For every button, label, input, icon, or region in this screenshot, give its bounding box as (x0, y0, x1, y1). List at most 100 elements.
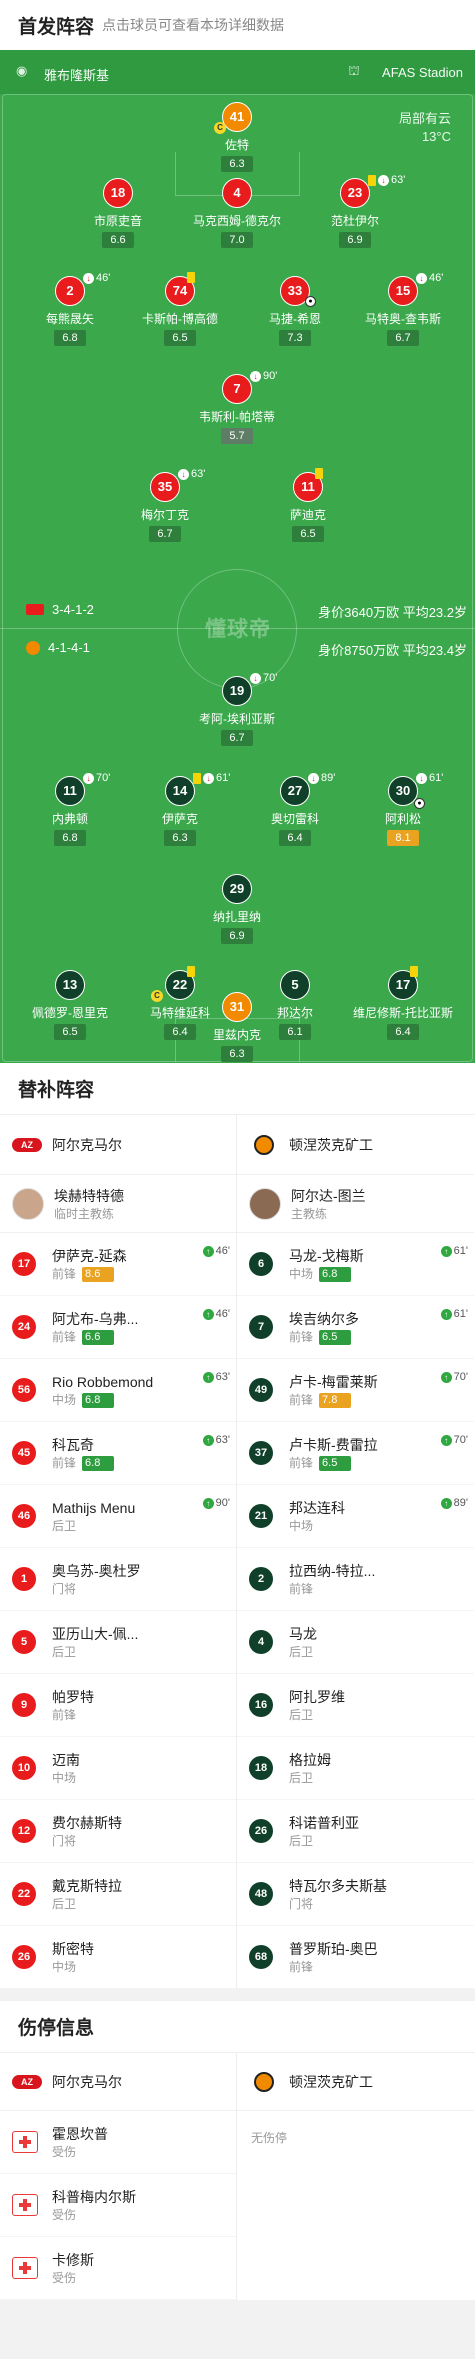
player-card[interactable]: 13 佩德罗-恩里克 6.5 (15, 970, 125, 1040)
player-card[interactable]: 41 C 佐特 6.3 (182, 102, 292, 172)
sub-player-row[interactable]: 45 科瓦奇 前锋 6.8 ↑ 63' (0, 1422, 236, 1485)
sub-player-row[interactable]: 1 奥乌苏-奥杜罗 门将 (0, 1548, 236, 1611)
sub-minute: 70' (96, 772, 111, 784)
injured-name: 科普梅内尔斯 (52, 2189, 136, 2205)
sub-player-row[interactable]: 26 科诺普利亚 后卫 (237, 1800, 474, 1863)
away-team-row[interactable]: 顿涅茨克矿工 (237, 1115, 474, 1175)
medical-kit-icon (12, 2131, 38, 2153)
injury-status: 受伤 (52, 2145, 77, 2159)
player-number: 7 (249, 1315, 273, 1339)
injury-row[interactable]: 卡修斯 受伤 (0, 2237, 236, 2300)
sub-minute: 61' (453, 1245, 468, 1257)
sub-player-row[interactable]: 48 特瓦尔多夫斯基 门将 (237, 1863, 474, 1926)
player-card[interactable]: 30 ↓ 61' ● 阿利松 8.1 (348, 772, 458, 846)
player-number: 17 (12, 1252, 36, 1276)
player-name: 伊萨克 (161, 812, 198, 826)
away-team-name: 顿涅茨克矿工 (289, 1136, 373, 1153)
sub-player-row[interactable]: 2 拉西纳-特拉... 前锋 (237, 1548, 474, 1611)
sub-off-icon: ↓ (416, 272, 427, 284)
player-card[interactable]: 27 ↓ 89' 奥切雷科 6.4 (240, 772, 350, 846)
player-rating: 6.8 (54, 330, 86, 346)
player-rating: 6.4 (279, 830, 311, 846)
player-number: 9 (12, 1693, 36, 1717)
sub-player-row[interactable]: 7 埃吉纳尔多 前锋 6.5 ↑ 61' (237, 1296, 474, 1359)
player-position: 后卫 (52, 1897, 77, 1911)
player-name: 阿尤布-乌弗... (52, 1311, 139, 1327)
sub-player-row[interactable]: 17 伊萨克-延森 前锋 8.6 ↑ 46' (0, 1233, 236, 1296)
sub-minute: 90' (263, 370, 278, 382)
substitutes-header: 替补阵容 (0, 1063, 475, 1115)
home-coach-row[interactable]: 埃赫特特德 临时主教练 (0, 1175, 236, 1233)
sub-player-row[interactable]: 37 卢卡斯-费雷拉 前锋 6.5 ↑ 70' (237, 1422, 474, 1485)
player-number: 4 (222, 178, 252, 208)
sub-player-row[interactable]: 49 卢卡-梅雷莱斯 前锋 7.8 ↑ 70' (237, 1359, 474, 1422)
player-rating: 7.3 (279, 330, 311, 346)
player-card[interactable]: 15 ↓ 46' 马特奥-查韦斯 6.7 (348, 272, 458, 346)
player-number: 13 (55, 970, 85, 1000)
sub-player-row[interactable]: 21 邦达连科 中场 ↑ 89' (237, 1485, 474, 1548)
player-card[interactable]: 11 ↓ 70' 内弗顿 6.8 (15, 772, 125, 846)
player-card[interactable]: 14 ↓ 61' 伊萨克 6.3 (125, 772, 235, 846)
player-card[interactable]: 23 ↓ 63' 范杜伊尔 6.9 (300, 174, 410, 248)
player-rating: 6.5 (164, 330, 196, 346)
substitutes-title: 替补阵容 (18, 1080, 95, 1101)
player-card[interactable]: 29 纳扎里纳 6.9 (182, 874, 292, 944)
player-name: 马龙-戈梅斯 (289, 1248, 364, 1264)
sub-off-icon: ↓ (203, 772, 214, 784)
player-rating: 6.9 (221, 928, 253, 944)
sub-minute: 63' (391, 174, 406, 186)
player-number: 7 (222, 374, 252, 404)
player-card[interactable]: 31 里兹内克 6.3 (182, 992, 292, 1062)
sub-player-row[interactable]: 6 马龙-戈梅斯 中场 6.8 ↑ 61' (237, 1233, 474, 1296)
sub-player-row[interactable]: 56 Rio Robbemond 中场 6.8 ↑ 63' (0, 1359, 236, 1422)
sub-player-row[interactable]: 9 帕罗特 前锋 (0, 1674, 236, 1737)
player-card[interactable]: 11 萨迪克 6.5 (253, 468, 363, 542)
injured-name: 卡修斯 (52, 2252, 94, 2268)
player-name: 马克西姆-德克尔 (193, 214, 281, 228)
home-injuries-column: AZ 阿尔克马尔 霍恩坎普 受伤 科普梅内尔斯 受伤 卡修斯 受伤 (0, 2053, 237, 2300)
player-card[interactable]: 17 维尼修斯-托比亚斯 6.4 (348, 966, 458, 1040)
player-number: 29 (222, 874, 252, 904)
team-crest-icon: ◉ (16, 63, 28, 78)
sub-player-row[interactable]: 68 普罗斯珀-奥巴 前锋 (237, 1926, 474, 1989)
player-name: 佩德罗-恩里克 (32, 1006, 108, 1020)
player-card[interactable]: 18 市原吏音 6.6 (63, 178, 173, 248)
sub-player-row[interactable]: 12 费尔赫斯特 门将 (0, 1800, 236, 1863)
yellow-card-icon (315, 468, 323, 479)
sub-player-row[interactable]: 24 阿尤布-乌弗... 前锋 6.6 ↑ 46' (0, 1296, 236, 1359)
sub-player-row[interactable]: 18 格拉姆 后卫 (237, 1737, 474, 1800)
sub-player-row[interactable]: 26 斯密特 中场 (0, 1926, 236, 1989)
home-team-row[interactable]: AZ 阿尔克马尔 (0, 1115, 236, 1175)
injury-row[interactable]: 科普梅内尔斯 受伤 (0, 2174, 236, 2237)
away-coach-row[interactable]: 阿尔达-图兰 主教练 (237, 1175, 474, 1233)
player-position: 前锋 (289, 1393, 314, 1407)
sub-player-row[interactable]: 5 亚历山大-佩... 后卫 (0, 1611, 236, 1674)
injuries-header: 伤停信息 (0, 2001, 475, 2053)
player-card[interactable]: 74 卡斯帕-博高德 6.5 (125, 272, 235, 346)
player-rating: 6.5 (292, 526, 324, 542)
player-card[interactable]: 2 ↓ 46' 每熊晟矢 6.8 (15, 272, 125, 346)
sub-player-row[interactable]: 10 迈南 中场 (0, 1737, 236, 1800)
injury-row[interactable]: 霍恩坎普 受伤 (0, 2111, 236, 2174)
home-team-row[interactable]: AZ 阿尔克马尔 (0, 2053, 236, 2111)
captain-icon: C (151, 990, 163, 1002)
sub-player-row[interactable]: 4 马龙 后卫 (237, 1611, 474, 1674)
player-number: 2 (249, 1567, 273, 1591)
player-card[interactable]: 35 ↓ 63' 梅尔丁克 6.7 (110, 468, 220, 542)
sub-event: ↑ 63' (202, 1434, 230, 1446)
sub-player-row[interactable]: 46 Mathijs Menu 后卫 ↑ 90' (0, 1485, 236, 1548)
yellow-card-icon (187, 272, 195, 283)
player-position: 后卫 (289, 1771, 314, 1785)
sub-player-row[interactable]: 22 戴克斯特拉 后卫 (0, 1863, 236, 1926)
player-card[interactable]: 7 ↓ 90' 韦斯利-帕塔蒂 5.7 (182, 370, 292, 444)
away-team-row[interactable]: 顿涅茨克矿工 (237, 2053, 474, 2111)
player-position: 后卫 (52, 1645, 77, 1659)
sub-event: ↑ 70' (440, 1434, 468, 1446)
player-name: 卡斯帕-博高德 (142, 312, 218, 326)
player-name: 科诺普利亚 (289, 1815, 359, 1831)
sub-player-row[interactable]: 16 阿扎罗维 后卫 (237, 1674, 474, 1737)
player-card[interactable]: 4 马克西姆-德克尔 7.0 (182, 178, 292, 248)
player-card[interactable]: 33 ● 马捷-希恩 7.3 (240, 276, 350, 346)
player-card[interactable]: 19 ↓ 70' 考阿-埃利亚斯 6.7 (182, 672, 292, 746)
player-name: 马特奥-查韦斯 (365, 312, 441, 326)
